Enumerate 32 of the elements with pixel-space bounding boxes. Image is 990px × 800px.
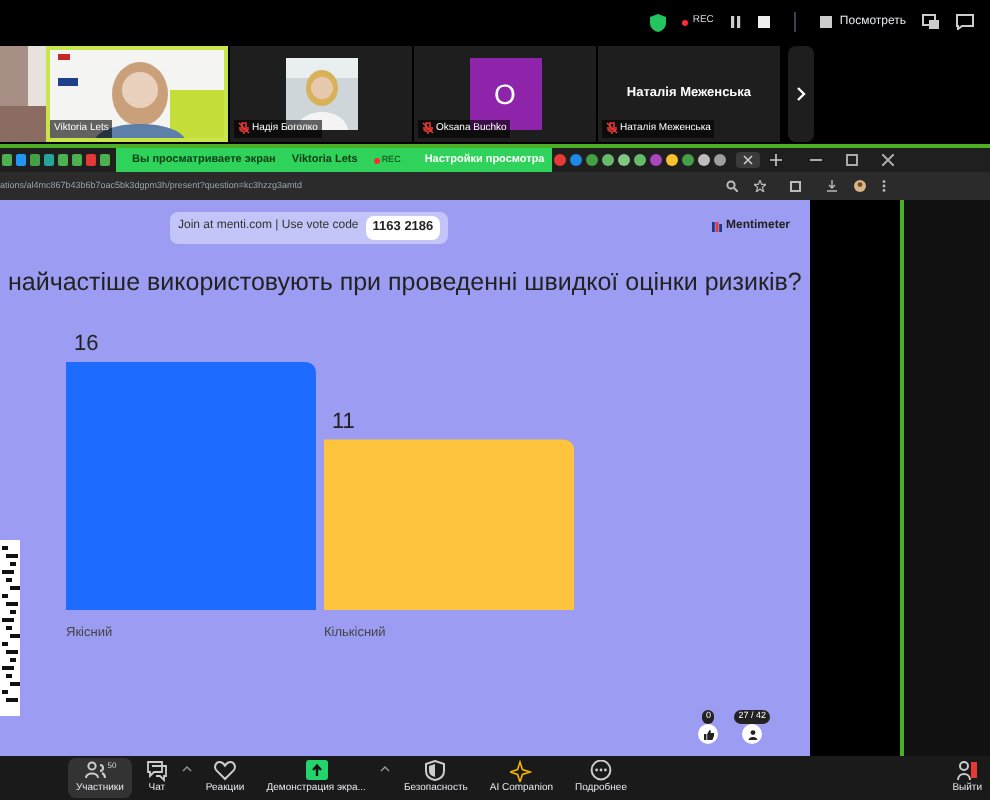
data-label: 11 bbox=[332, 408, 355, 433]
thumbs-up-icon[interactable] bbox=[698, 724, 719, 744]
search-icon[interactable] bbox=[726, 180, 738, 192]
pause-icon[interactable] bbox=[729, 16, 742, 28]
more-icon bbox=[590, 759, 613, 782]
profile-avatar-icon[interactable] bbox=[854, 180, 866, 192]
leave-icon bbox=[956, 759, 979, 782]
window-icon[interactable] bbox=[922, 14, 940, 30]
shield-icon bbox=[650, 13, 667, 31]
view-icon bbox=[819, 16, 832, 28]
mentimeter-logo-icon bbox=[711, 222, 722, 233]
shield-icon bbox=[424, 759, 447, 782]
people-icon bbox=[83, 759, 106, 782]
extension-icon[interactable] bbox=[790, 180, 802, 192]
person-icon[interactable] bbox=[742, 724, 763, 744]
minimize-icon[interactable] bbox=[810, 154, 822, 166]
heart-icon bbox=[214, 759, 237, 782]
close-icon[interactable] bbox=[882, 154, 894, 166]
question-text: найчастіше використовують при проведенні швидкої оцінки ризиків? bbox=[6, 265, 804, 300]
download-icon[interactable] bbox=[826, 180, 838, 192]
browser-tabs-drawing[interactable] bbox=[0, 152, 116, 168]
chevron-right-icon bbox=[796, 86, 806, 102]
chat-icon bbox=[145, 759, 168, 782]
stop-icon[interactable] bbox=[757, 16, 770, 28]
sparkle-icon bbox=[510, 759, 533, 782]
caret-icon[interactable] bbox=[181, 765, 192, 772]
restore-icon[interactable] bbox=[846, 154, 858, 166]
data-label: 16 bbox=[74, 331, 99, 355]
caret-icon[interactable] bbox=[379, 765, 390, 772]
chat-bubble-icon[interactable] bbox=[956, 14, 974, 30]
star-icon[interactable] bbox=[754, 180, 766, 192]
qr-code-icon bbox=[0, 540, 20, 716]
